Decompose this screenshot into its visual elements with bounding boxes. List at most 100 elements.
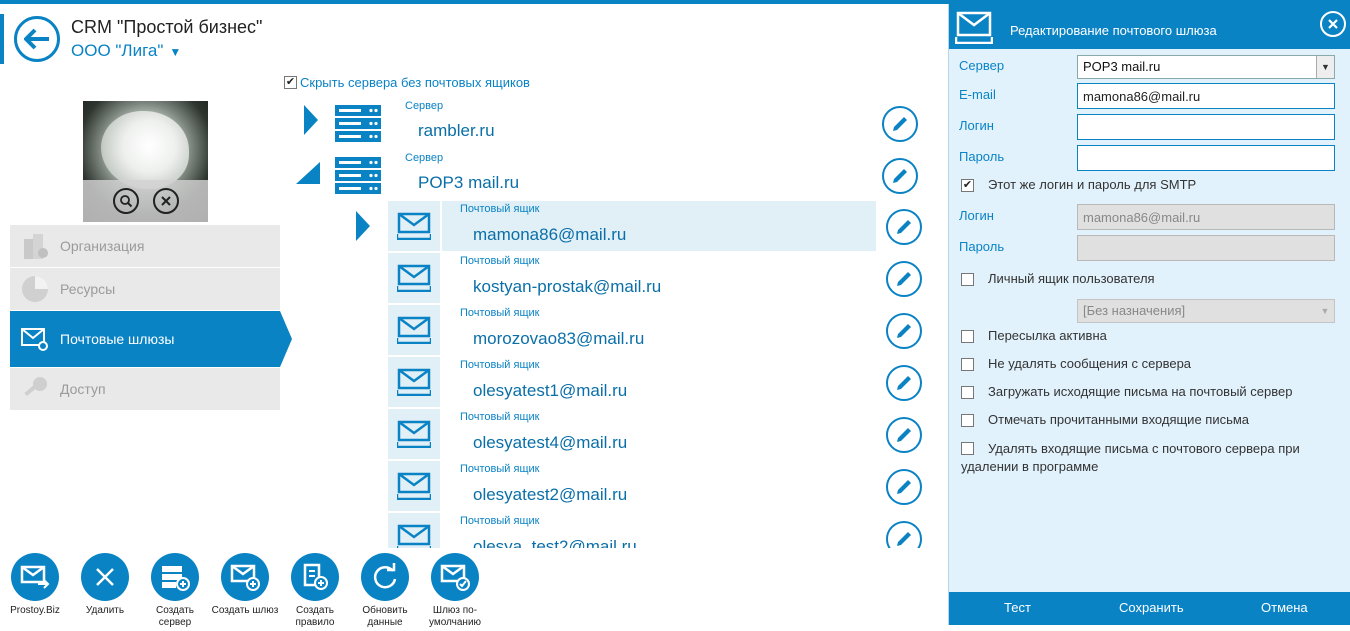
checkbox-checked-icon: ✔ xyxy=(961,179,974,192)
login-label: Логин xyxy=(959,118,994,133)
sidebar-item-label: Организация xyxy=(60,238,145,254)
edit-mailbox-button[interactable] xyxy=(886,313,922,349)
server-icon xyxy=(335,157,381,194)
personal-box-checkbox[interactable]: Личный ящик пользователя xyxy=(961,271,1155,286)
delete-incoming-label: Удалять входящие письма с почтового серв… xyxy=(961,441,1300,474)
save-button[interactable]: Сохранить xyxy=(1119,600,1184,615)
close-icon xyxy=(96,568,114,586)
zoom-photo-button[interactable] xyxy=(112,188,139,214)
hide-empty-servers-checkbox[interactable]: ✔ Скрыть сервера без почтовых ящиков xyxy=(284,75,530,90)
current-row-arrow-icon xyxy=(356,211,370,241)
mailbox-icon xyxy=(397,420,431,448)
mailbox-icon xyxy=(397,524,431,548)
chevron-down-icon: ▼ xyxy=(1316,300,1334,322)
sidebar-item-access[interactable]: Доступ xyxy=(10,368,280,410)
mailbox-row[interactable]: Почтовый ящик olesyatest2@mail.ru xyxy=(290,461,930,513)
close-icon xyxy=(160,196,171,206)
mailbox-address: kostyan-prostak@mail.ru xyxy=(473,277,662,296)
mailbox-address: olesya_test2@mail.ru xyxy=(473,537,637,548)
edit-server-button[interactable] xyxy=(882,106,918,142)
server-row[interactable]: Сервер POP3 mail.ru xyxy=(290,149,930,201)
close-panel-button[interactable] xyxy=(1320,11,1346,37)
sidebar-item-organization[interactable]: Организация xyxy=(10,225,280,267)
refresh-icon xyxy=(373,563,397,589)
sidebar-item-mail-gateways[interactable]: Почтовые шлюзы xyxy=(10,311,292,367)
password-field[interactable] xyxy=(1077,145,1335,171)
chevron-down-icon: ▼ xyxy=(1316,56,1334,78)
upload-outgoing-label: Загружать исходящие письма на почтовый с… xyxy=(988,384,1293,399)
pencil-icon xyxy=(897,480,911,494)
delete-incoming-checkbox[interactable]: Удалять входящие письма с почтового серв… xyxy=(961,440,1331,476)
mark-read-checkbox[interactable]: Отмечать прочитанными входящие письма xyxy=(961,412,1249,427)
server-row[interactable]: Сервер rambler.ru xyxy=(290,97,930,149)
panel-footer: Тест Сохранить Отмена xyxy=(949,592,1350,625)
caret-down-icon: ▼ xyxy=(169,45,182,59)
pencil-icon xyxy=(897,324,911,338)
remove-photo-button[interactable] xyxy=(152,188,179,214)
cancel-button[interactable]: Отмена xyxy=(1261,600,1308,615)
edit-mailbox-button[interactable] xyxy=(886,209,922,245)
pencil-icon xyxy=(897,428,911,442)
edit-mailbox-button[interactable] xyxy=(886,469,922,505)
edit-mailbox-button[interactable] xyxy=(886,261,922,297)
forwarding-checkbox[interactable]: Пересылка активна xyxy=(961,328,1107,343)
edit-mailbox-button[interactable] xyxy=(886,417,922,453)
email-label: E-mail xyxy=(959,87,996,102)
sidebar-item-resources[interactable]: Ресурсы xyxy=(10,268,280,310)
pencil-icon xyxy=(897,532,911,546)
mailbox-caption: Почтовый ящик xyxy=(460,203,540,215)
create-rule-button[interactable]: Создать правило xyxy=(280,553,350,629)
pencil-icon xyxy=(897,376,911,390)
mailbox-row[interactable]: Почтовый ящик olesyatest1@mail.ru xyxy=(290,357,930,409)
expand-arrow-icon[interactable] xyxy=(304,105,318,135)
server-select[interactable]: POP3 mail.ru ▼ xyxy=(1077,55,1335,79)
mailbox-icon-cell xyxy=(388,409,440,459)
upload-outgoing-checkbox[interactable]: Загружать исходящие письма на почтовый с… xyxy=(961,384,1293,399)
edit-mailbox-button[interactable] xyxy=(886,521,922,548)
checkbox-unchecked-icon xyxy=(961,358,974,371)
mailbox-caption: Почтовый ящик xyxy=(460,515,540,527)
server-select-value: POP3 mail.ru xyxy=(1083,59,1161,74)
default-gateway-button[interactable]: Шлюз по-умолчанию xyxy=(420,553,490,629)
checkbox-checked-icon: ✔ xyxy=(284,76,297,89)
email-field[interactable] xyxy=(1077,83,1335,109)
collapse-arrow-icon[interactable] xyxy=(296,162,320,184)
pencil-icon xyxy=(893,169,907,183)
mail-icon xyxy=(955,11,993,44)
search-icon xyxy=(119,195,132,208)
pencil-icon xyxy=(897,220,911,234)
smtp-login-field xyxy=(1077,204,1335,230)
server-caption: Сервер xyxy=(405,100,444,112)
mailbox-icon-cell xyxy=(388,461,440,511)
same-smtp-checkbox[interactable]: ✔ Этот же логин и пароль для SMTP xyxy=(961,177,1196,192)
prostoy-biz-button[interactable]: Prostoy.Biz xyxy=(0,553,70,617)
mailbox-row[interactable]: Почтовый ящик kostyan-prostak@mail.ru xyxy=(290,253,930,305)
mailbox-icon-cell xyxy=(388,201,440,251)
edit-server-button[interactable] xyxy=(882,158,918,194)
mailbox-row[interactable]: Почтовый ящик morozovao83@mail.ru xyxy=(290,305,930,357)
edit-mailbox-button[interactable] xyxy=(886,365,922,401)
test-button[interactable]: Тест xyxy=(1004,600,1031,615)
server-name: POP3 mail.ru xyxy=(418,173,520,192)
mailbox-address: mamona86@mail.ru xyxy=(473,225,627,244)
create-server-button[interactable]: Создать сервер xyxy=(140,553,210,629)
mailbox-caption: Почтовый ящик xyxy=(460,359,540,371)
server-icon xyxy=(335,105,381,142)
mailbox-row[interactable]: Почтовый ящик olesyatest4@mail.ru xyxy=(290,409,930,461)
mailbox-row[interactable]: Почтовый ящик olesya_test2@mail.ru xyxy=(290,513,930,548)
create-gateway-button[interactable]: Создать шлюз xyxy=(210,553,280,617)
toolbar-label: Обновить данные xyxy=(362,605,408,628)
back-button[interactable] xyxy=(14,16,60,62)
login-field[interactable] xyxy=(1077,114,1335,140)
checkbox-unchecked-icon xyxy=(961,414,974,427)
mailbox-row-selected[interactable]: Почтовый ящик mamona86@mail.ru xyxy=(290,201,930,253)
mailbox-caption: Почтовый ящик xyxy=(460,463,540,475)
org-selector[interactable]: ООО "Лига" ▼ xyxy=(71,41,181,61)
keep-on-server-checkbox[interactable]: Не удалять сообщения с сервера xyxy=(961,356,1191,371)
mailbox-icon-cell xyxy=(388,253,440,303)
smtp-password-label: Пароль xyxy=(959,239,1005,254)
mailbox-icon xyxy=(397,316,431,344)
refresh-button[interactable]: Обновить данные xyxy=(350,553,420,629)
arrow-left-icon xyxy=(24,28,49,50)
delete-button[interactable]: Удалить xyxy=(70,553,140,617)
